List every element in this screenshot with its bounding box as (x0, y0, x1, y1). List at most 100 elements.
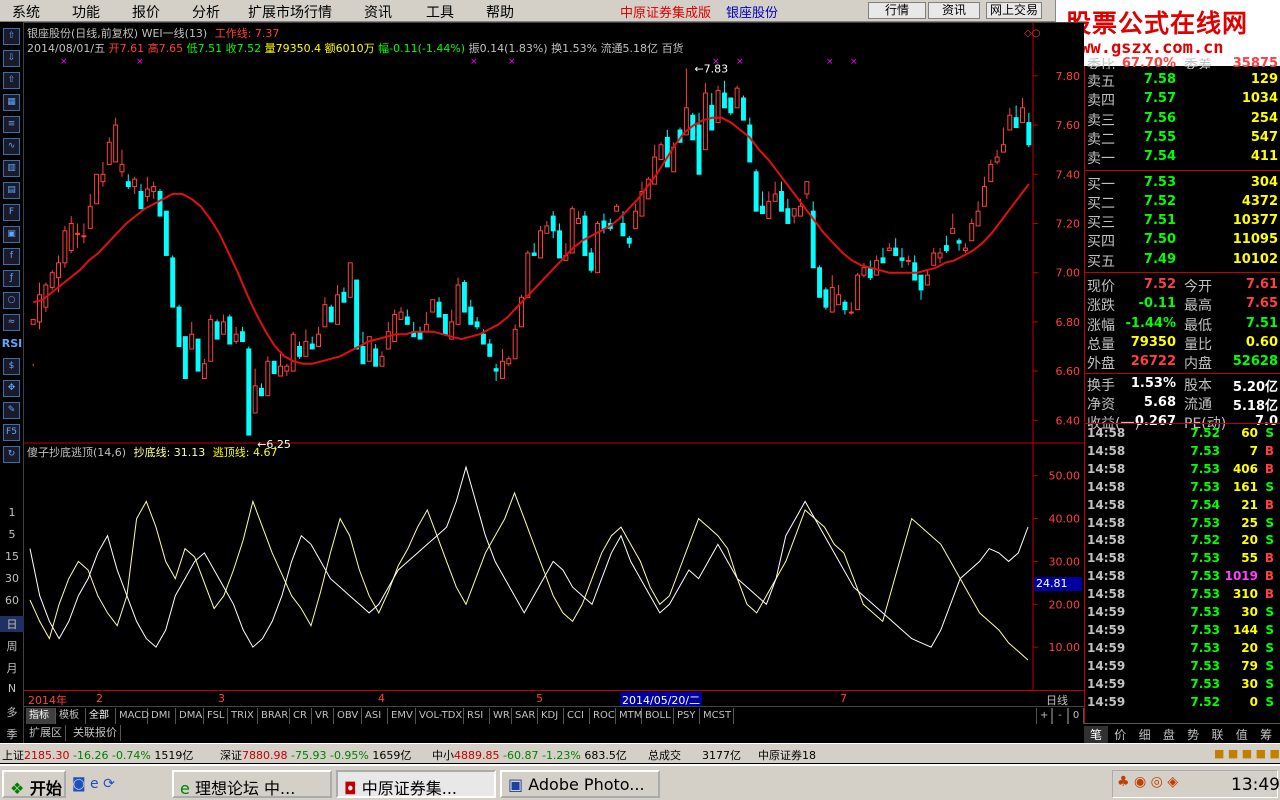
indicator-tab[interactable]: KDJ (538, 708, 564, 724)
circle-icon[interactable]: ○ (3, 292, 20, 309)
tab-related-quotes[interactable]: 关联报价 (70, 725, 121, 741)
period-button[interactable]: 月 (0, 660, 24, 676)
indicator-tab[interactable]: ASI (362, 708, 388, 724)
menu-item-system[interactable]: 系统 (12, 2, 40, 22)
bid-label: 买二 (1087, 195, 1115, 212)
candle-body (106, 141, 112, 165)
right-tab[interactable]: 筹 (1254, 726, 1278, 743)
right-tab[interactable]: 细 (1133, 726, 1157, 743)
chart-corner-icons[interactable]: ◇○ (1024, 28, 1040, 39)
period-button[interactable]: 5 (0, 528, 24, 541)
indicator-tab[interactable]: MACD (116, 708, 149, 724)
list-icon[interactable]: ≡ (3, 116, 20, 133)
bar-chart-icon[interactable]: ▥ (3, 160, 20, 177)
candle (182, 336, 188, 379)
tab-control-button[interactable]: - (1052, 708, 1068, 724)
candle-body (538, 230, 543, 259)
indicator-tab[interactable]: CCI (564, 708, 590, 724)
period-button[interactable]: 60 (0, 594, 24, 607)
dollar-icon[interactable]: $ (3, 358, 20, 375)
kline-chart[interactable]: 7.80 7.60 7.40 7.20 7.00 6.80 6.60 6.40 50.00 40.… (24, 22, 1084, 690)
menu-item-extended-market[interactable]: 扩展市场行情 (248, 2, 332, 22)
right-tab[interactable]: 势 (1181, 726, 1205, 743)
table-icon[interactable]: ▦ (3, 94, 20, 111)
indicator-tab[interactable]: 全部 (86, 708, 116, 724)
f10-icon[interactable]: F (3, 204, 20, 221)
indicator-tab[interactable]: BOLL (642, 708, 674, 724)
indicator-tab[interactable]: DMI (148, 708, 176, 724)
tab-control-button[interactable]: + (1036, 708, 1052, 724)
menu-item-news[interactable]: 资讯 (364, 2, 392, 22)
line-chart-icon[interactable]: ∿ (3, 138, 20, 155)
fiz-icon[interactable]: f (3, 248, 20, 265)
move-icon[interactable]: ✥ (3, 380, 20, 397)
index-sh[interactable]: 上证2185.30 -16.26 -0.74% 1519亿 (2, 747, 193, 763)
refresh-icon[interactable]: ↻ (3, 446, 20, 463)
online-trade-button[interactable]: 网上交易 (986, 2, 1042, 19)
task-trading-app[interactable]: ◘ 中原证券集... (336, 770, 496, 798)
start-button[interactable]: ❖ 开始 (2, 770, 66, 798)
index-zx[interactable]: 中小4889.85 -60.87 -1.23% 683.5亿 (432, 747, 627, 763)
indicator-tab[interactable]: 指标 (26, 708, 56, 724)
indicator-tab[interactable]: MCST (700, 708, 734, 724)
indicator-tab[interactable]: MTM (616, 708, 642, 724)
x-axis-label: 4 (378, 692, 385, 705)
index-sz[interactable]: 深证7880.98 -75.93 -0.95% 1659亿 (220, 747, 411, 763)
menu-item-function[interactable]: 功能 (72, 2, 100, 22)
menu-item-analysis[interactable]: 分析 (192, 2, 220, 22)
pen-icon[interactable]: ✎ (3, 402, 20, 419)
tray-app-icons[interactable]: ♣ ◉ ◎ ◈ (1117, 774, 1178, 790)
grid-icon[interactable]: ▤ (3, 182, 20, 199)
indicator-tab[interactable]: ROC (590, 708, 616, 724)
indicator-tab[interactable]: FSL (204, 708, 228, 724)
period-button[interactable]: 1 (0, 506, 24, 519)
fw-icon[interactable]: ƒ (3, 270, 20, 287)
signal-marker: × (712, 57, 720, 67)
bottom-tab-bar: 扩展区 关联报价 (24, 724, 1084, 741)
indicator-tab[interactable]: TRIX (228, 708, 258, 724)
indicator-tab[interactable]: CR (290, 708, 312, 724)
menu-item-tools[interactable]: 工具 (426, 2, 454, 22)
period-button[interactable]: 季 (0, 726, 24, 742)
task-photoshop[interactable]: ▣ Adobe Photo... (500, 770, 660, 798)
right-tab[interactable]: 价 (1108, 726, 1132, 743)
tab-extension-area[interactable]: 扩展区 (26, 725, 66, 741)
indicator-tab[interactable]: 模板 (56, 708, 86, 724)
news-button[interactable]: 资讯 (928, 2, 980, 19)
quote-button[interactable]: 行情 (868, 2, 926, 19)
indicator-tab[interactable]: VOL-TDX (416, 708, 464, 724)
page-icon[interactable]: ▣ (3, 226, 20, 243)
quick-launch-icons[interactable]: ◙ e ⟳ (72, 776, 115, 792)
indicator-tab[interactable]: VR (312, 708, 334, 724)
ask-price: 7.57 (1143, 91, 1176, 107)
period-button[interactable]: 15 (0, 550, 24, 563)
right-tab[interactable]: 联 (1206, 726, 1230, 743)
period-button[interactable]: 日 (0, 616, 24, 632)
up-arrow-icon[interactable]: ⇧ (3, 28, 20, 45)
indicator-tab[interactable]: SAR (512, 708, 538, 724)
task-forum[interactable]: e 理想论坛 中... (172, 770, 332, 798)
menu-item-help[interactable]: 帮助 (486, 2, 514, 22)
wave-icon[interactable]: ≈ (3, 314, 20, 331)
indicator-tab[interactable]: WR (490, 708, 512, 724)
right-tab[interactable]: 值 (1230, 726, 1254, 743)
menu-item-quote[interactable]: 报价 (132, 2, 160, 22)
f5-icon[interactable]: F5 (3, 424, 20, 441)
right-tab[interactable]: 盘 (1157, 726, 1181, 743)
up-arrow-icon[interactable]: ⇧ (3, 72, 20, 89)
right-tab[interactable]: 笔 (1084, 726, 1108, 743)
tab-control-button[interactable]: 0 (1068, 708, 1084, 724)
indicator-tab[interactable]: EMV (388, 708, 416, 724)
indicator-tab[interactable]: BRAR (258, 708, 290, 724)
tray-icons[interactable]: ■ ■ ■ ■ ■ (1214, 747, 1280, 760)
period-button[interactable]: 30 (0, 572, 24, 585)
period-button[interactable]: 多 (0, 704, 24, 720)
indicator-tab[interactable]: PSY (674, 708, 700, 724)
indicator-tab[interactable]: DMA (176, 708, 204, 724)
down-arrow-icon[interactable]: ⇩ (3, 50, 20, 67)
period-button[interactable]: 周 (0, 638, 24, 654)
indicator-tab[interactable]: OBV (334, 708, 362, 724)
period-button[interactable]: N (0, 682, 24, 695)
indicator-tab[interactable]: RSI (464, 708, 490, 724)
rsi-label[interactable]: RSI (0, 337, 24, 350)
